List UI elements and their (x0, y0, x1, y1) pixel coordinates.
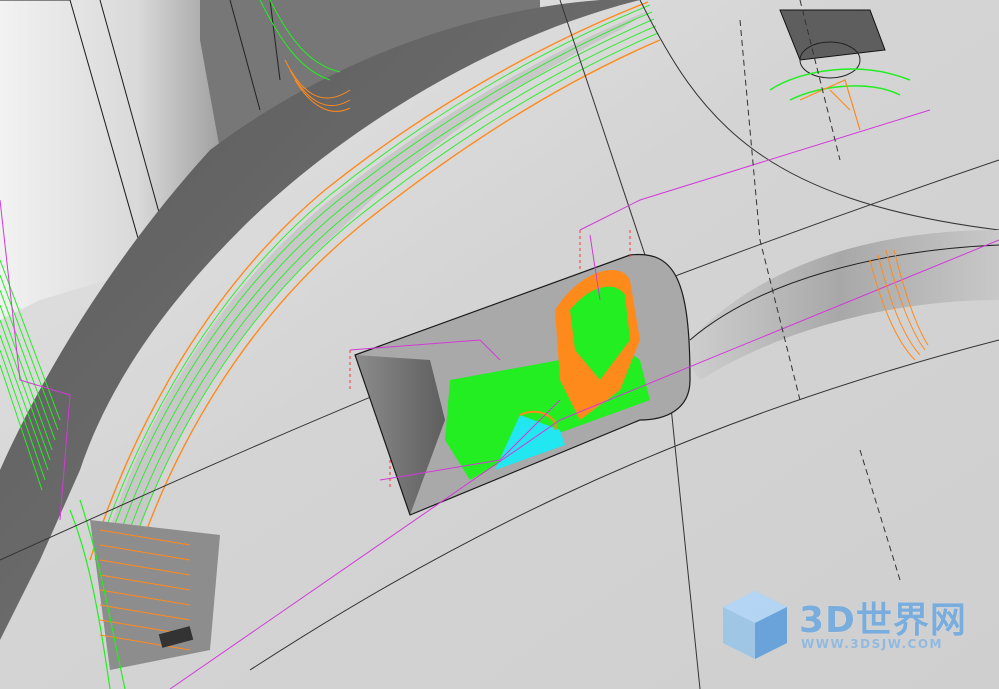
cube-logo-icon (723, 591, 787, 659)
watermark: 3D世界网 WWW.3DSJW.COM (717, 587, 977, 667)
model-view-canvas[interactable] (0, 0, 999, 689)
watermark-title: 3D世界网 (799, 600, 967, 641)
watermark-url: WWW.3DSJW.COM (801, 637, 943, 651)
cam-3d-viewport[interactable]: 3D世界网 WWW.3DSJW.COM (0, 0, 999, 689)
lower-left-pocket (90, 520, 220, 670)
